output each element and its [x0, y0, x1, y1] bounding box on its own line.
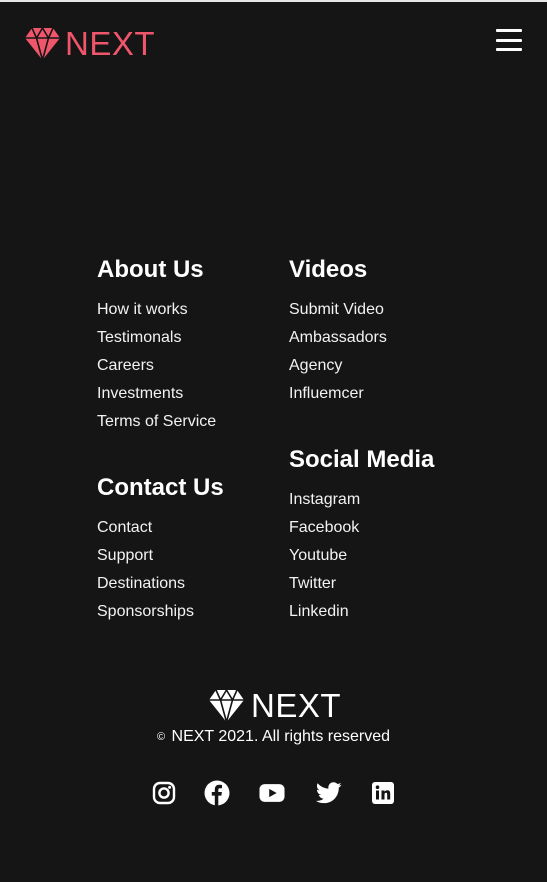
- footer-link-support[interactable]: Support: [97, 547, 153, 564]
- footer-links-social: Instagram Facebook Youtube Twitter Linke…: [289, 486, 434, 626]
- site-header: NEXT: [0, 2, 547, 82]
- twitter-icon[interactable]: [316, 780, 342, 806]
- footer-link-youtube[interactable]: Youtube: [289, 547, 347, 564]
- footer-column-about: About Us How it works Testimonals Career…: [97, 256, 216, 436]
- brand-logo-link[interactable]: NEXT: [24, 26, 155, 62]
- footer-column-social: Social Media Instagram Facebook Youtube …: [289, 446, 434, 626]
- footer-link-influencer[interactable]: Influemcer: [289, 385, 364, 402]
- linkedin-icon[interactable]: [370, 780, 396, 806]
- footer-link-how-it-works[interactable]: How it works: [97, 301, 188, 318]
- menu-bar: [496, 29, 522, 32]
- copyright-label: NEXT 2021. All rights reserved: [171, 728, 391, 745]
- menu-bar: [496, 48, 522, 51]
- footer-link-destinations[interactable]: Destinations: [97, 575, 185, 592]
- footer-heading-contact: Contact Us: [97, 474, 224, 501]
- footer-heading-about: About Us: [97, 256, 204, 283]
- hamburger-menu-icon[interactable]: [496, 29, 522, 51]
- diamond-logo-icon: [25, 27, 60, 61]
- instagram-icon[interactable]: [151, 780, 177, 806]
- copyright-text: © NEXT 2021. All rights reserved: [0, 726, 547, 748]
- footer-link-ambassadors[interactable]: Ambassadors: [289, 329, 387, 346]
- social-icons-row: [0, 780, 547, 808]
- footer-heading-videos: Videos: [289, 256, 368, 283]
- footer-brand-logo[interactable]: NEXT: [208, 688, 341, 724]
- footer-link-facebook[interactable]: Facebook: [289, 519, 359, 536]
- copyright-symbol: ©: [156, 731, 166, 743]
- footer-heading-social: Social Media: [289, 446, 435, 473]
- footer-link-twitter[interactable]: Twitter: [289, 575, 336, 592]
- footer-link-careers[interactable]: Careers: [97, 357, 154, 374]
- youtube-icon[interactable]: [259, 780, 285, 806]
- facebook-icon[interactable]: [204, 780, 230, 806]
- footer-link-agency[interactable]: Agency: [289, 357, 342, 374]
- footer-link-investments[interactable]: Investments: [97, 385, 183, 402]
- footer-link-contact[interactable]: Contact: [97, 519, 152, 536]
- footer-link-submit-video[interactable]: Submit Video: [289, 301, 384, 318]
- footer-links-about: How it works Testimonals Careers Investm…: [97, 296, 216, 436]
- footer-column-videos: Videos Submit Video Ambassadors Agency I…: [289, 256, 387, 408]
- footer-links-contact: Contact Support Destinations Sponsorship…: [97, 514, 224, 626]
- diamond-logo-icon: [209, 689, 244, 723]
- footer-brand-name: NEXT: [251, 687, 342, 724]
- footer-link-sponsorships[interactable]: Sponsorships: [97, 603, 194, 620]
- footer-link-linkedin[interactable]: Linkedin: [289, 603, 349, 620]
- footer-column-contact: Contact Us Contact Support Destinations …: [97, 474, 224, 626]
- menu-bar: [496, 38, 522, 42]
- brand-name: NEXT: [65, 25, 156, 62]
- footer-link-terms[interactable]: Terms of Service: [97, 413, 216, 430]
- footer-link-instagram[interactable]: Instagram: [289, 491, 360, 508]
- footer-link-testimonials[interactable]: Testimonals: [97, 329, 181, 346]
- footer-links-videos: Submit Video Ambassadors Agency Influemc…: [289, 296, 387, 408]
